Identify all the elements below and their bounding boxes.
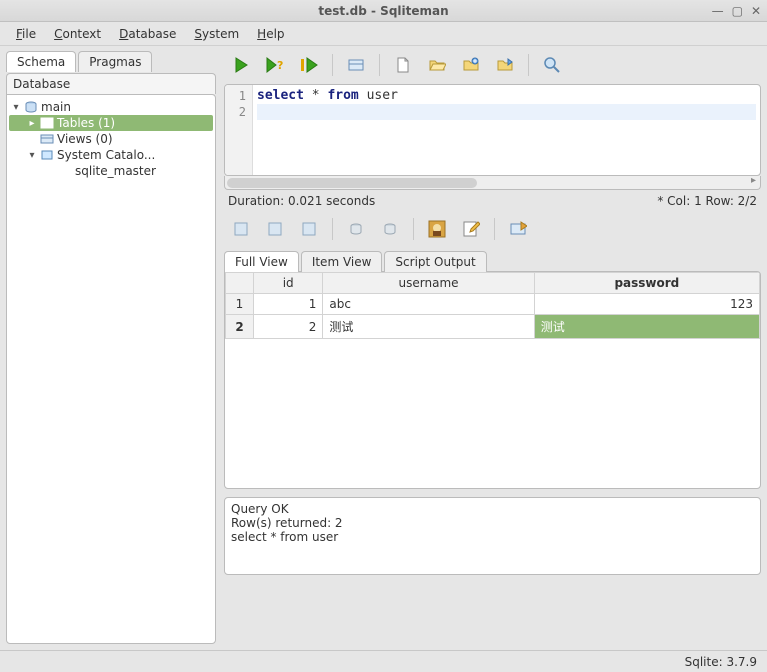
chevron-right-icon[interactable]: ▸ bbox=[27, 118, 37, 129]
toolbar-separator bbox=[413, 218, 414, 240]
next-row-button[interactable] bbox=[296, 216, 322, 242]
cursor-label: * Col: 1 Row: 2/2 bbox=[657, 194, 757, 208]
duration-label: Duration: 0.021 seconds bbox=[228, 194, 375, 208]
tab-full-view[interactable]: Full View bbox=[224, 251, 299, 272]
result-grid[interactable]: id username password 1 1 abc 123 2 2 bbox=[224, 271, 761, 489]
views-icon bbox=[40, 133, 54, 145]
run-explain-button[interactable]: ? bbox=[262, 52, 288, 78]
tab-script-output[interactable]: Script Output bbox=[384, 251, 486, 272]
edit-cell-button[interactable] bbox=[458, 216, 484, 242]
first-row-button[interactable] bbox=[228, 216, 254, 242]
result-toolbar bbox=[224, 212, 761, 248]
run-step-button[interactable] bbox=[296, 52, 322, 78]
chevron-down-icon[interactable]: ▾ bbox=[27, 150, 37, 161]
tree-node-system-catalogue[interactable]: ▾ System Catalo... bbox=[9, 147, 213, 163]
sql-status: Duration: 0.021 seconds * Col: 1 Row: 2/… bbox=[224, 190, 761, 212]
rollback-button[interactable] bbox=[377, 216, 403, 242]
new-file-button[interactable] bbox=[390, 52, 416, 78]
chevron-down-icon[interactable]: ▾ bbox=[11, 102, 21, 113]
database-header: Database bbox=[6, 73, 216, 94]
menu-context[interactable]: Context bbox=[46, 25, 109, 43]
cell-id[interactable]: 1 bbox=[254, 294, 323, 315]
menubar: File Context Database System Help bbox=[0, 22, 767, 46]
open-file-button[interactable] bbox=[424, 52, 450, 78]
svg-text:?: ? bbox=[277, 59, 283, 72]
cell-password[interactable]: 123 bbox=[534, 294, 759, 315]
toolbar-separator bbox=[494, 218, 495, 240]
main-toolbar: ? bbox=[224, 50, 761, 84]
toolbar-separator bbox=[332, 54, 333, 76]
cell-password[interactable]: 测试 bbox=[534, 315, 759, 339]
prev-row-button[interactable] bbox=[262, 216, 288, 242]
minimize-icon[interactable]: — bbox=[712, 4, 724, 18]
col-id[interactable]: id bbox=[254, 273, 323, 294]
table-header-row: id username password bbox=[226, 273, 760, 294]
save-button[interactable] bbox=[458, 52, 484, 78]
create-view-button[interactable] bbox=[343, 52, 369, 78]
menu-database[interactable]: Database bbox=[111, 25, 184, 43]
table-row[interactable]: 2 2 测试 测试 bbox=[226, 315, 760, 339]
toolbar-separator bbox=[379, 54, 380, 76]
sql-gutter: 1 2 bbox=[225, 85, 253, 175]
cell-username[interactable]: 测试 bbox=[323, 315, 534, 339]
cell-id[interactable]: 2 bbox=[254, 315, 323, 339]
toolbar-separator bbox=[528, 54, 529, 76]
tab-pragmas[interactable]: Pragmas bbox=[78, 51, 152, 72]
commit-button[interactable] bbox=[343, 216, 369, 242]
tree-node-sqlite-master[interactable]: sqlite_master bbox=[9, 163, 213, 179]
statusbar: Sqlite: 3.7.9 bbox=[0, 650, 767, 672]
tree-node-views[interactable]: Views (0) bbox=[9, 131, 213, 147]
cell-username[interactable]: abc bbox=[323, 294, 534, 315]
run-button[interactable] bbox=[228, 52, 254, 78]
sql-text[interactable]: select * from user bbox=[253, 85, 760, 175]
col-password[interactable]: password bbox=[534, 273, 759, 294]
toolbar-separator bbox=[332, 218, 333, 240]
search-button[interactable] bbox=[539, 52, 565, 78]
menu-file[interactable]: File bbox=[8, 25, 44, 43]
sql-editor[interactable]: 1 2 select * from user bbox=[224, 84, 761, 176]
catalogue-icon bbox=[40, 149, 54, 161]
save-as-button[interactable] bbox=[492, 52, 518, 78]
titlebar: test.db - Sqliteman — ▢ ✕ bbox=[0, 0, 767, 22]
schema-tree[interactable]: ▾ main ▸ Tables (1) bbox=[7, 95, 215, 183]
database-icon bbox=[24, 101, 38, 113]
schema-panel: Schema Pragmas Database ▾ main ▸ bbox=[0, 46, 222, 650]
tree-node-main[interactable]: ▾ main bbox=[9, 99, 213, 115]
close-icon[interactable]: ✕ bbox=[751, 4, 761, 18]
sql-scrollbar[interactable] bbox=[224, 176, 761, 190]
window-title: test.db - Sqliteman bbox=[318, 4, 448, 18]
tab-schema[interactable]: Schema bbox=[6, 51, 76, 72]
tab-item-view[interactable]: Item View bbox=[301, 251, 383, 272]
sqlite-version: Sqlite: 3.7.9 bbox=[685, 655, 757, 669]
menu-system[interactable]: System bbox=[186, 25, 247, 43]
tree-node-tables[interactable]: ▸ Tables (1) bbox=[9, 115, 213, 131]
col-username[interactable]: username bbox=[323, 273, 534, 294]
table-row[interactable]: 1 1 abc 123 bbox=[226, 294, 760, 315]
table-icon bbox=[40, 117, 54, 129]
menu-help[interactable]: Help bbox=[249, 25, 292, 43]
blob-preview-button[interactable] bbox=[424, 216, 450, 242]
query-log[interactable]: Query OK Row(s) returned: 2 select * fro… bbox=[224, 497, 761, 575]
maximize-icon[interactable]: ▢ bbox=[732, 4, 743, 18]
export-button[interactable] bbox=[505, 216, 531, 242]
